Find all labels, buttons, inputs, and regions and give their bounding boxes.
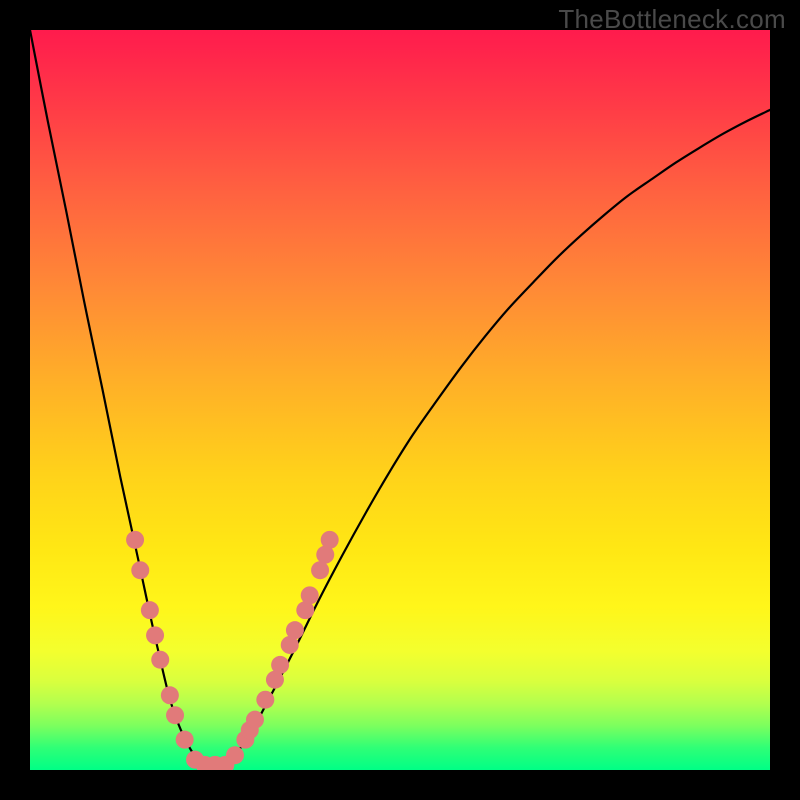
data-marker: [271, 656, 289, 674]
data-marker: [151, 651, 169, 669]
watermark-text: TheBottleneck.com: [558, 4, 786, 35]
data-marker: [131, 561, 149, 579]
data-marker: [311, 561, 329, 579]
data-marker: [256, 691, 274, 709]
plot-area: [30, 30, 770, 770]
chart-svg: [30, 30, 770, 770]
data-marker: [176, 731, 194, 749]
chart-frame: TheBottleneck.com: [0, 0, 800, 800]
data-marker: [146, 626, 164, 644]
data-marker: [286, 621, 304, 639]
data-marker: [301, 586, 319, 604]
bottleneck-curve: [30, 30, 770, 768]
data-marker: [226, 746, 244, 764]
data-marker: [161, 686, 179, 704]
data-marker: [321, 531, 339, 549]
data-marker: [166, 706, 184, 724]
data-marker: [246, 711, 264, 729]
data-marker: [126, 531, 144, 549]
data-marker: [141, 601, 159, 619]
